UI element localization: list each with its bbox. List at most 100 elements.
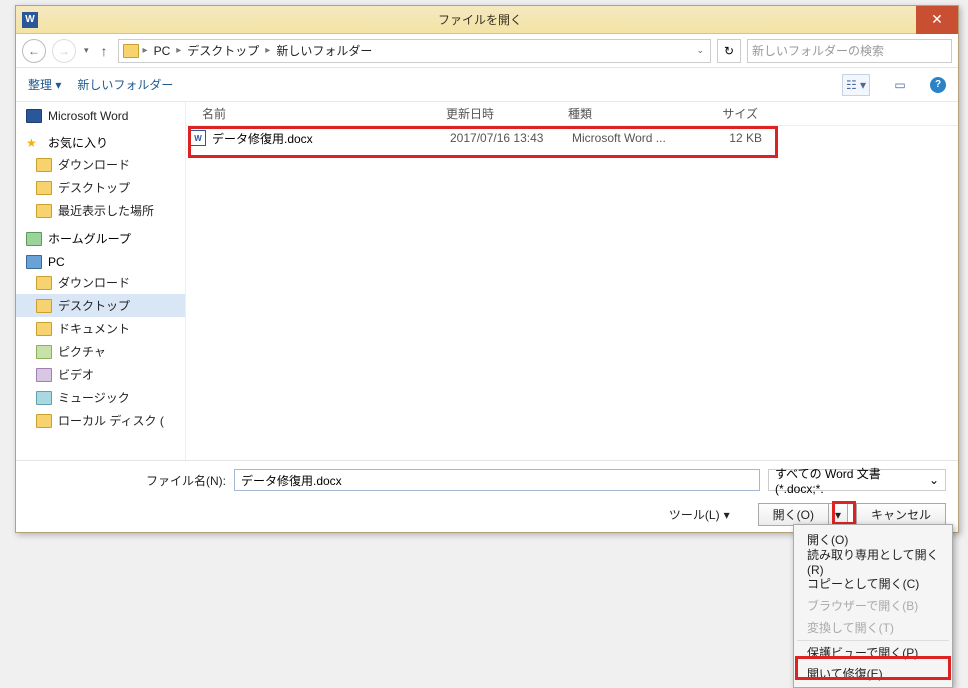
filter-text: すべての Word 文書 (*.docx;*. [775,465,929,496]
col-size[interactable]: サイズ [686,105,766,122]
chevron-down-icon: ⌄ [929,473,939,487]
breadcrumb-sep-icon: ▸ [174,45,183,56]
nav-favorites[interactable]: ★ お気に入り [26,134,185,151]
forward-button[interactable]: → [52,39,76,63]
disk-icon [36,414,52,428]
folder-icon [36,322,52,336]
file-date: 2017/07/16 13:43 [450,131,572,145]
nav-homegroup[interactable]: ホームグループ [26,230,185,247]
pictures-icon [36,345,52,359]
nav-label: ホームグループ [48,230,131,247]
nav-pc-music[interactable]: ミュージック [16,386,185,409]
dd-convert: 変換して開く(T) [797,616,949,638]
up-button[interactable]: ↑ [97,43,112,59]
col-type[interactable]: 種類 [568,105,686,122]
docx-icon: W [190,130,206,146]
history-dropdown-icon[interactable]: ▾ [82,45,91,56]
open-mode-dropdown: 開く(O) 読み取り専用として開く(R) コピーとして開く(C) ブラウザーで開… [793,524,953,688]
filename-label: ファイル名(N): [146,472,226,489]
nav-label: ダウンロード [58,156,130,173]
help-icon[interactable]: ? [930,77,946,93]
cancel-button[interactable]: キャンセル [856,503,946,526]
filename-input[interactable] [234,469,760,491]
nav-pc-localdisk[interactable]: ローカル ディスク ( [16,409,185,432]
word-icon [26,109,42,123]
newfolder-button[interactable]: 新しいフォルダー [77,76,173,93]
nav-label: Microsoft Word [48,109,128,123]
nav-label: ミュージック [58,389,130,406]
videos-icon [36,368,52,382]
address-bar[interactable]: ▸ PC ▸ デスクトップ ▸ 新しいフォルダー ⌄ [118,39,711,63]
crumb-desktop[interactable]: デスクトップ [185,42,261,59]
nav-label: ビデオ [58,366,94,383]
back-button[interactable]: ← [22,39,46,63]
nav-label: お気に入り [48,134,108,151]
nav-fav-desktop[interactable]: デスクトップ [16,176,185,199]
filetype-filter[interactable]: すべての Word 文書 (*.docx;*. ⌄ [768,469,946,491]
nav-label: デスクトップ [58,297,130,314]
button-row: ツール(L)▾ 開く(O) ▾ キャンセル [28,503,946,526]
dd-protected[interactable]: 保護ビューで開く(P) [797,640,949,662]
file-type: Microsoft Word ... [572,131,690,145]
col-name[interactable]: 名前 [186,105,446,122]
nav-pane: Microsoft Word ★ お気に入り ダウンロード デスクトップ 最近表示… [16,102,186,460]
chevron-down-icon: ▾ [724,508,730,522]
nav-pc[interactable]: PC [26,255,185,269]
open-file-dialog: W ファイルを開く ✕ ← → ▾ ↑ ▸ PC ▸ デスクトップ ▸ 新しいフ… [15,5,959,533]
toolbar: 整理 ▾ 新しいフォルダー ☷ ▾ ▭ ? [16,68,958,102]
dd-browser: ブラウザーで開く(B) [797,594,949,616]
nav-label: PC [48,255,65,269]
nav-label: ピクチャ [58,343,106,360]
breadcrumb-sep-icon: ▸ [263,45,272,56]
nav-fav-recent[interactable]: 最近表示した場所 [16,199,185,222]
nav-word[interactable]: Microsoft Word [16,106,185,126]
titlebar: W ファイルを開く ✕ [16,6,958,34]
folder-icon [36,181,52,195]
dd-repair[interactable]: 開いて修復(E) [797,662,949,684]
nav-fav-downloads[interactable]: ダウンロード [16,153,185,176]
search-input[interactable]: 新しいフォルダーの検索 [747,39,952,63]
nav-label: デスクトップ [58,179,130,196]
word-icon: W [22,12,38,28]
column-headers: 名前 更新日時 種類 サイズ [186,102,958,126]
star-icon: ★ [26,136,42,150]
dialog-body: Microsoft Word ★ お気に入り ダウンロード デスクトップ 最近表示… [16,102,958,460]
nav-label: ローカル ディスク ( [58,412,164,429]
nav-pc-desktop[interactable]: デスクトップ [16,294,185,317]
nav-pc-videos[interactable]: ビデオ [16,363,185,386]
nav-pc-downloads[interactable]: ダウンロード [16,271,185,294]
file-name: データ修復用.docx [212,130,450,147]
homegroup-icon [26,232,42,246]
file-row[interactable]: W データ修復用.docx 2017/07/16 13:43 Microsoft… [186,126,958,150]
col-date[interactable]: 更新日時 [446,105,568,122]
open-button[interactable]: 開く(O) [758,503,828,526]
crumb-pc[interactable]: PC [152,44,173,58]
tools-menu[interactable]: ツール(L)▾ [669,506,730,523]
folder-icon [123,44,139,58]
nav-label: ダウンロード [58,274,130,291]
folder-icon [36,276,52,290]
organize-menu[interactable]: 整理 ▾ [28,76,61,93]
nav-pc-documents[interactable]: ドキュメント [16,317,185,340]
close-button[interactable]: ✕ [916,6,958,34]
crumb-folder[interactable]: 新しいフォルダー [274,42,374,59]
refresh-button[interactable]: ↻ [717,39,741,63]
nav-label: ドキュメント [58,320,130,337]
open-dropdown-arrow[interactable]: ▾ [828,503,848,526]
preview-pane-button[interactable]: ▭ [886,74,914,96]
breadcrumb-sep-icon: ▸ [141,45,150,56]
nav-pc-pictures[interactable]: ピクチャ [16,340,185,363]
folder-icon [36,158,52,172]
view-button[interactable]: ☷ ▾ [842,74,870,96]
nav-row: ← → ▾ ↑ ▸ PC ▸ デスクトップ ▸ 新しいフォルダー ⌄ ↻ 新しい… [16,34,958,68]
nav-label: 最近表示した場所 [58,202,154,219]
dialog-title: ファイルを開く [44,11,916,28]
dd-readonly[interactable]: 読み取り専用として開く(R) [797,550,949,572]
pc-icon [26,255,42,269]
folder-icon [36,299,52,313]
addr-dropdown-icon[interactable]: ⌄ [694,45,706,56]
file-list: 名前 更新日時 種類 サイズ W データ修復用.docx 2017/07/16 … [186,102,958,460]
open-splitbutton: 開く(O) ▾ [758,503,848,526]
file-size: 12 KB [690,131,770,145]
filename-row: ファイル名(N): すべての Word 文書 (*.docx;*. ⌄ [28,469,946,491]
